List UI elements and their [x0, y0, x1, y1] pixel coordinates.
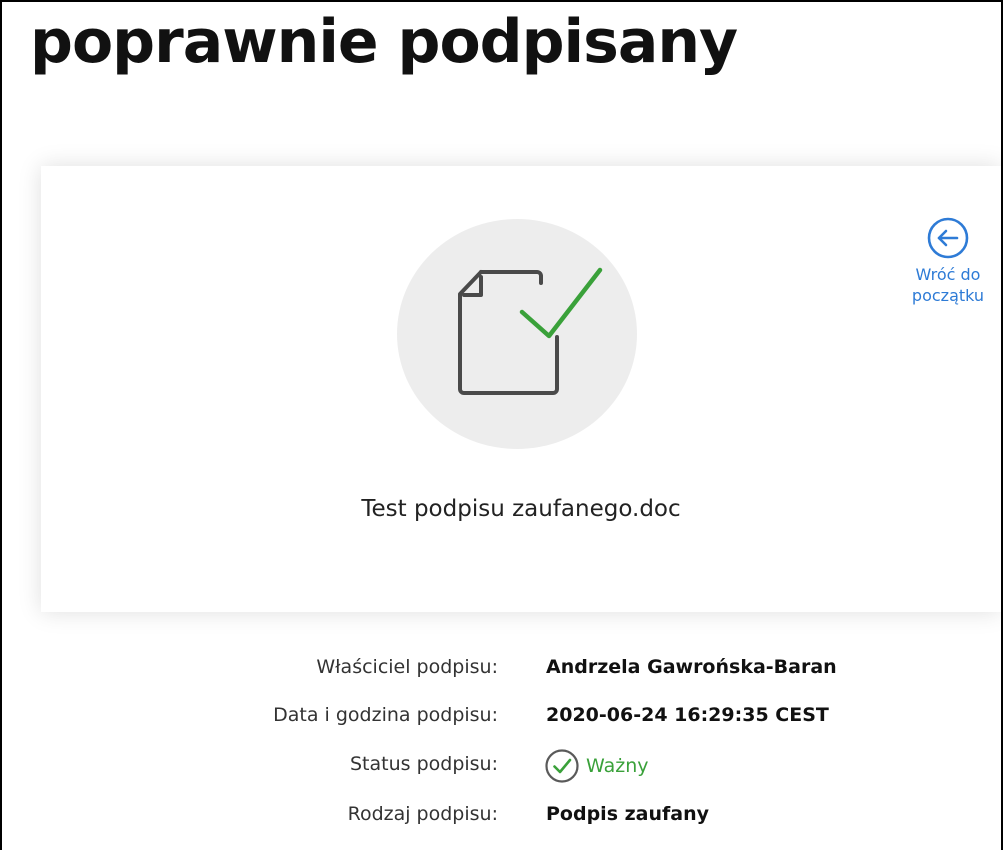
back-link-label-line2[interactable]: początku — [903, 285, 993, 306]
status-value: Ważny — [544, 748, 648, 784]
date-value: 2020-06-24 16:29:35 CEST — [546, 704, 829, 726]
verification-card: Wróć do początku Test podpisu zaufanego.… — [41, 166, 1001, 612]
status-text: Ważny — [586, 755, 649, 777]
type-row: Rodzaj podpisu: Podpis zaufany — [0, 803, 1003, 833]
owner-label: Właściciel podpisu: — [316, 656, 498, 678]
date-label: Data i godzina podpisu: — [273, 704, 498, 726]
status-row: Status podpisu: Ważny — [0, 749, 1003, 783]
date-row: Data i godzina podpisu: 2020-06-24 16:29… — [0, 704, 1003, 734]
owner-value: Andrzela Gawrońska-Baran — [546, 656, 837, 678]
check-circle-icon — [545, 749, 579, 783]
document-check-icon — [458, 267, 603, 395]
document-status-circle — [397, 219, 637, 449]
type-value: Podpis zaufany — [546, 803, 710, 825]
back-to-start-link[interactable]: Wróć do początku — [903, 216, 993, 306]
file-name: Test podpisu zaufanego.doc — [361, 496, 681, 522]
page-title: poprawnie podpisany — [30, 7, 738, 77]
arrow-left-circle-icon[interactable] — [926, 216, 970, 260]
back-link-label-line1[interactable]: Wróć do — [903, 264, 993, 285]
owner-row: Właściciel podpisu: Andrzela Gawrońska-B… — [0, 656, 1003, 686]
status-label: Status podpisu: — [349, 753, 498, 775]
type-label: Rodzaj podpisu: — [347, 803, 498, 825]
